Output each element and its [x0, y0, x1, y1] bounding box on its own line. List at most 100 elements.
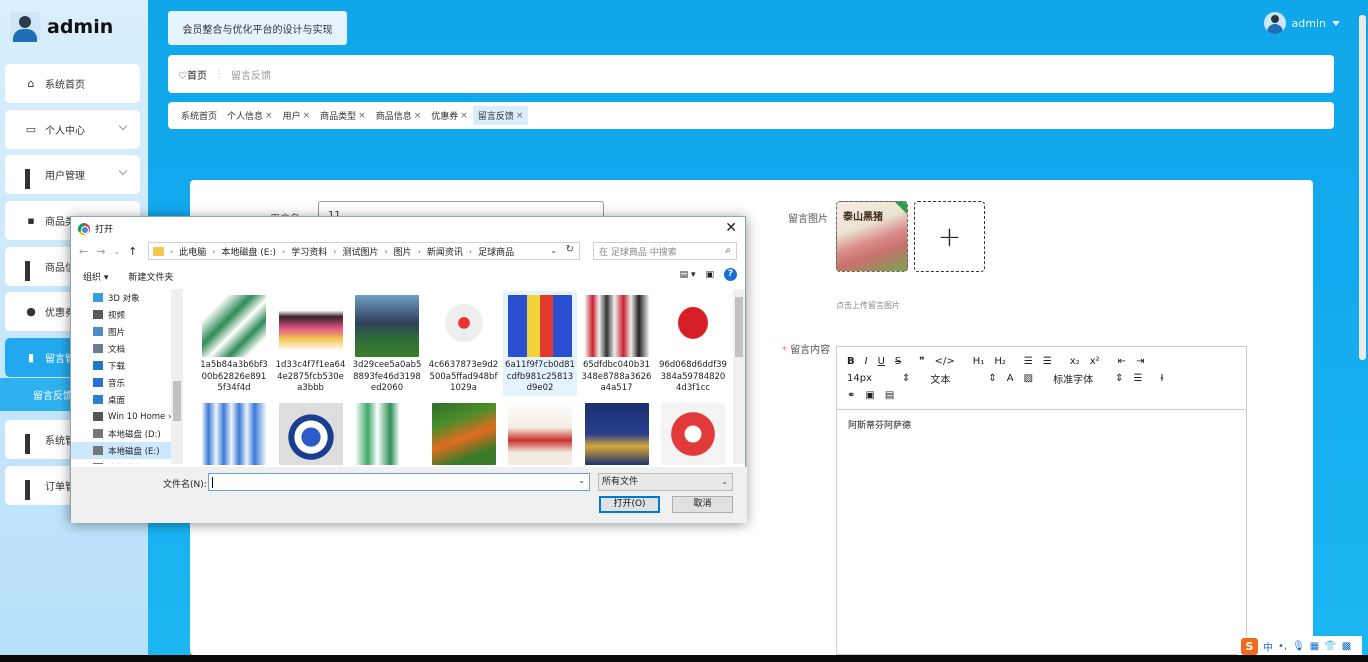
rich-text-editor[interactable]: B I U S ❞ </> H₁ H₂ ☰ ☰ x₂ x² ⇤ ⇥ 14px ⇕ 文本 ⇕ A ▨ 标准字体 ⇕ … — [836, 346, 1247, 655]
file-item[interactable]: 3d29cee5a0ab58893fe46d3198ed2060 — [350, 291, 424, 396]
toolbar-button[interactable]: </> — [935, 356, 955, 367]
path-segment[interactable]: 新闻资讯 — [427, 245, 463, 258]
uploaded-image[interactable]: 泰山黑猪 — [836, 201, 908, 272]
up-icon[interactable]: ↑ — [128, 245, 137, 258]
toolbar-button[interactable]: H₂ — [994, 356, 1006, 367]
view-mode-icon[interactable]: ▤ ▾ — [680, 270, 696, 280]
path-segment[interactable]: 此电脑 — [179, 245, 206, 258]
file-item[interactable] — [580, 399, 654, 466]
add-image-button[interactable]: + — [914, 201, 985, 272]
history-icon[interactable]: ⌄ — [113, 247, 120, 256]
file-item[interactable] — [197, 399, 271, 466]
tree-item[interactable]: 音乐 — [71, 374, 183, 391]
address-bar[interactable]: › 此电脑 › 本地磁盘 (E:) › 学习资料 › 测试图片 › 图片 › 新闻资讯 › 足球商品 ⌄ ↻ — [148, 242, 580, 260]
path-segment[interactable]: 测试图片 — [342, 245, 378, 258]
close-icon[interactable]: ✕ — [725, 220, 737, 236]
back-icon[interactable]: ← — [79, 245, 88, 258]
menu-icon[interactable]: ▩ — [1342, 641, 1351, 652]
preview-pane-icon[interactable]: ▣ — [705, 270, 714, 280]
sidebar-item-users[interactable]: 用户管理 — [5, 155, 140, 194]
clear-format-icon[interactable]: Ɨ — [1160, 373, 1163, 384]
tree-item[interactable]: 图片 — [71, 323, 183, 340]
tab-2[interactable]: 用户 × — [278, 106, 316, 125]
file-item[interactable] — [350, 399, 424, 466]
file-item[interactable] — [503, 399, 577, 466]
tab-5[interactable]: 优惠券 × — [426, 106, 473, 125]
tree-item[interactable]: 本地磁盘 (E:) — [71, 442, 183, 459]
path-segment[interactable]: 图片 — [394, 245, 412, 258]
path-segment[interactable]: 足球商品 — [478, 245, 514, 258]
file-type-select[interactable]: 所有文件 ⌄ — [598, 473, 733, 491]
close-tab-icon[interactable]: × — [516, 111, 524, 121]
file-item[interactable]: 1d33c4f7f1ea644e2875fcb530ea3bbb — [274, 291, 348, 396]
close-tab-icon[interactable]: × — [414, 111, 422, 121]
toolbar-button[interactable]: I — [865, 356, 868, 367]
sidebar-item-home[interactable]: ⌂ 系统首页 — [5, 64, 140, 103]
link-icon[interactable]: ⚭ — [847, 390, 855, 401]
refresh-icon[interactable]: ↻ — [566, 244, 574, 255]
close-tab-icon[interactable]: × — [358, 111, 366, 121]
keyboard-icon[interactable]: ▦ — [1310, 641, 1319, 652]
editor-content[interactable]: 阿斯蒂芬阿萨德 — [837, 410, 1246, 439]
file-item[interactable]: 1a5b84a3b6bf300b62826e8915f34f4d — [197, 291, 271, 396]
file-item[interactable] — [274, 399, 348, 466]
tree-item[interactable]: 3D 对象 — [71, 289, 183, 306]
align-icon[interactable]: ☰ — [1133, 373, 1142, 384]
tree-item[interactable]: 文档 — [71, 340, 183, 357]
page-scrollbar[interactable] — [1359, 15, 1366, 360]
tree-item[interactable]: 视频 — [71, 306, 183, 323]
toolbar-button[interactable]: ⇥ — [1136, 356, 1144, 367]
file-item[interactable]: 4c6637873e9d2500a5ffad948bf1029a — [427, 291, 501, 396]
close-tab-icon[interactable]: × — [303, 111, 311, 121]
path-segment[interactable]: 学习资料 — [291, 245, 327, 258]
tab-6[interactable]: 留言反馈 × — [472, 106, 529, 125]
toolbar-button[interactable]: S — [895, 356, 901, 367]
open-button[interactable]: 打开(O) — [599, 496, 660, 513]
chevron-down-icon[interactable]: ⌄ — [550, 246, 557, 255]
cancel-button[interactable]: 取消 — [672, 496, 733, 513]
toolbar-button[interactable]: x² — [1090, 356, 1100, 367]
dialog-search-input[interactable]: 在 足球商品 中搜索 ⌕ — [593, 242, 737, 260]
tab-3[interactable]: 商品类型 × — [315, 106, 371, 125]
video-icon[interactable]: ▤ — [885, 390, 894, 401]
tree-item[interactable]: 下载 — [71, 357, 183, 374]
chevron-down-icon[interactable]: ⌄ — [578, 476, 585, 485]
scroll-thumb[interactable] — [735, 297, 743, 357]
file-item[interactable]: 96d068d6ddf39384a597848204d3f1cc — [656, 291, 730, 396]
sidebar-item-profile[interactable]: ▭ 个人中心 — [5, 110, 140, 149]
path-segment[interactable]: 本地磁盘 (E:) — [221, 245, 276, 258]
skin-icon[interactable]: 👕 — [1324, 641, 1336, 652]
file-item[interactable] — [427, 399, 501, 466]
tree-item[interactable]: Win 10 Home › — [71, 408, 183, 425]
forward-icon[interactable]: → — [96, 245, 105, 258]
organize-button[interactable]: 组织 ▾ — [83, 270, 108, 283]
grid-scrollbar[interactable] — [733, 289, 745, 464]
tree-scrollbar[interactable] — [171, 289, 183, 464]
toolbar-button[interactable]: ☰ — [1024, 356, 1033, 367]
font-family-select[interactable]: 标准字体 — [1053, 371, 1093, 386]
close-tab-icon[interactable]: × — [265, 111, 273, 121]
help-icon[interactable]: ? — [724, 268, 737, 281]
toolbar-button[interactable]: ❞ — [919, 356, 924, 367]
file-name-input[interactable]: ⌄ — [208, 473, 590, 491]
microphone-icon[interactable]: 🎙 — [1292, 641, 1305, 652]
tree-item[interactable]: 本地磁盘 (D:) — [71, 425, 183, 442]
user-menu[interactable]: admin — [1263, 12, 1340, 34]
breadcrumb-home[interactable]: ♡首页 — [178, 67, 207, 82]
font-size-select[interactable]: 14px — [847, 373, 872, 384]
font-color-icon[interactable]: A — [1007, 373, 1014, 384]
new-folder-button[interactable]: 新建文件夹 — [128, 270, 173, 283]
toolbar-button[interactable]: U — [878, 356, 885, 367]
scroll-thumb[interactable] — [173, 381, 181, 421]
toolbar-button[interactable]: ⇤ — [1118, 356, 1126, 367]
tree-item[interactable]: 桌面 — [71, 391, 183, 408]
toolbar-button[interactable]: x₂ — [1070, 356, 1080, 367]
tree-item[interactable]: 本地磁盘 (F:) — [71, 459, 183, 464]
file-item[interactable]: 65dfdbc040b31348e8788a3626a4a517 — [580, 291, 654, 396]
tab-0[interactable]: 系统首页 — [176, 106, 222, 125]
file-item[interactable] — [656, 399, 730, 466]
toolbar-button[interactable]: ☰ — [1043, 356, 1052, 367]
ime-mode[interactable]: 中 — [1263, 639, 1273, 654]
ime-toolbar[interactable]: S 中 •, 🎙 ▦ 👕 ▩ — [1238, 636, 1362, 655]
bg-color-icon[interactable]: ▨ — [1024, 373, 1033, 384]
